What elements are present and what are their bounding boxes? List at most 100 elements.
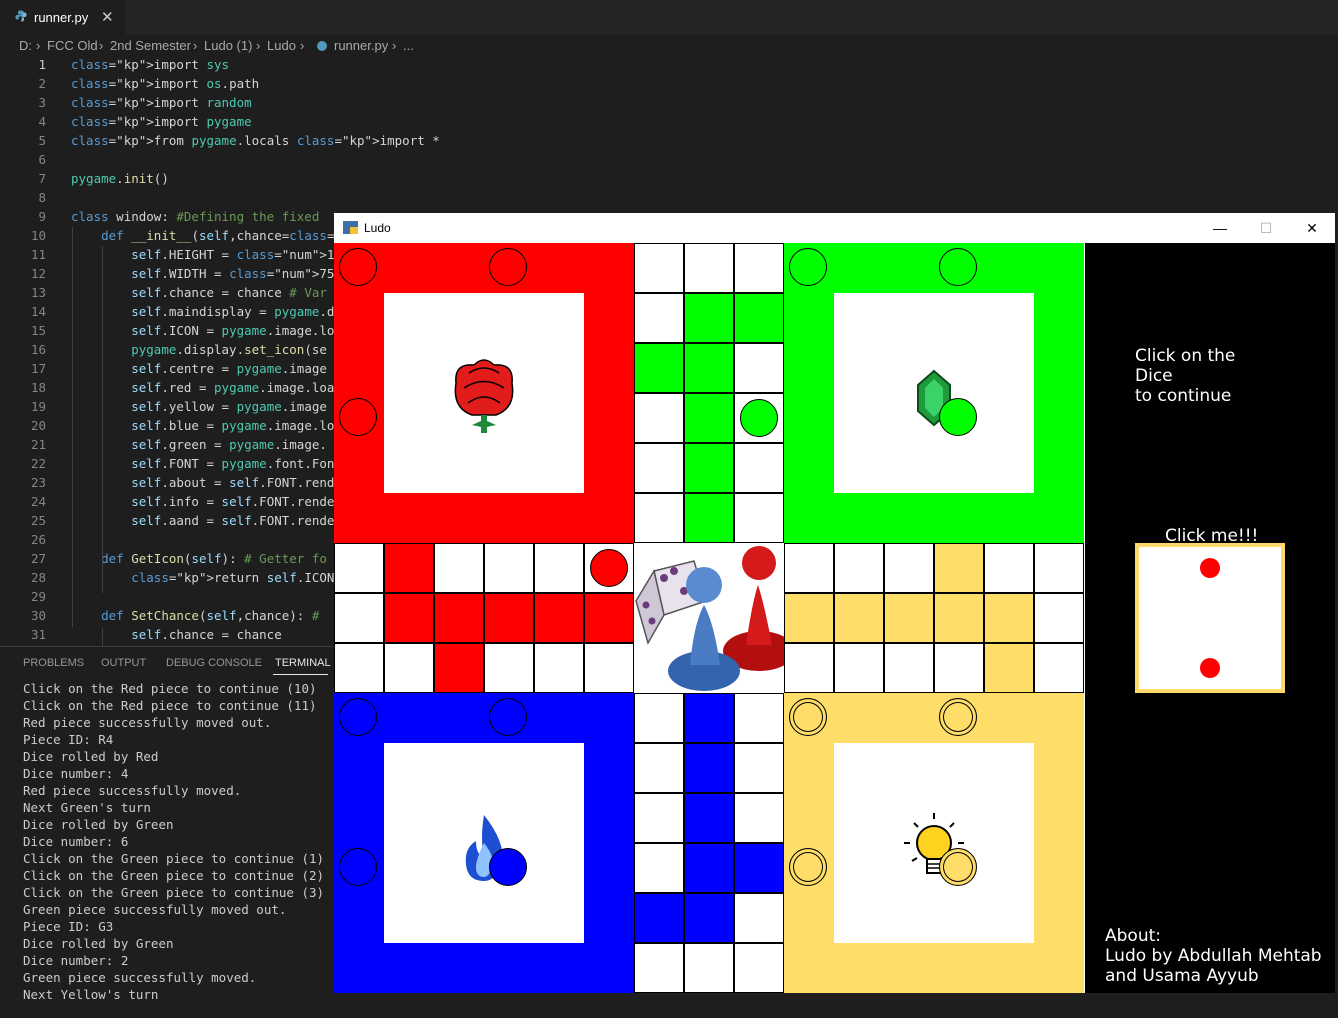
board-square[interactable] [584,593,634,643]
board-square[interactable] [734,943,784,993]
board-square[interactable] [984,593,1034,643]
board-square[interactable] [584,643,634,693]
board-square[interactable] [634,393,684,443]
board-square[interactable] [634,943,684,993]
board-square[interactable] [684,793,734,843]
board-square[interactable] [434,643,484,693]
breadcrumb-item[interactable]: D: [19,38,32,53]
board-square[interactable] [984,643,1034,693]
green-token[interactable] [939,398,977,436]
tab-problems[interactable]: PROBLEMS [23,657,84,669]
board-square[interactable] [684,943,734,993]
board-square[interactable] [634,343,684,393]
board-square[interactable] [834,543,884,593]
dice-button[interactable] [1135,543,1285,693]
close-tab-icon[interactable]: ✕ [101,8,114,26]
board-square[interactable] [734,843,784,893]
board-square[interactable] [634,893,684,943]
yellow-token[interactable] [939,848,977,886]
board-square[interactable] [784,543,834,593]
board-square[interactable] [434,543,484,593]
board-square[interactable] [1034,593,1084,643]
breadcrumb-item[interactable]: Ludo (1) [204,38,252,53]
board-square[interactable] [634,693,684,743]
board-square[interactable] [684,893,734,943]
board-square[interactable] [634,293,684,343]
tab-runner-py[interactable]: runner.py ✕ [0,0,126,35]
board-square[interactable] [684,393,734,443]
board-square[interactable] [634,793,684,843]
board-square[interactable] [834,593,884,643]
board-square[interactable] [484,543,534,593]
tab-terminal[interactable]: TERMINAL [275,657,331,669]
minimize-button[interactable]: — [1197,213,1243,243]
red-token[interactable] [489,248,527,286]
tab-debug-console[interactable]: DEBUG CONSOLE [166,657,262,669]
yellow-token[interactable] [789,698,827,736]
red-token[interactable] [339,248,377,286]
board-square[interactable] [484,593,534,643]
board-square[interactable] [734,443,784,493]
breadcrumb-item[interactable]: FCC Old [47,38,98,53]
board-square[interactable] [334,543,384,593]
board-square[interactable] [384,543,434,593]
board-square[interactable] [434,593,484,643]
board-square[interactable] [484,643,534,693]
board-square[interactable] [734,693,784,743]
breadcrumb-item[interactable]: 2nd Semester [110,38,191,53]
blue-token[interactable] [339,848,377,886]
board-square[interactable] [334,593,384,643]
board-square[interactable] [334,643,384,693]
window-titlebar[interactable]: Ludo — ☐ ✕ [334,213,1335,243]
green-token[interactable] [939,248,977,286]
red-token[interactable] [339,398,377,436]
board-square[interactable] [634,443,684,493]
board-square[interactable] [884,543,934,593]
yellow-token[interactable] [939,698,977,736]
board-square[interactable] [684,243,734,293]
board-square[interactable] [734,893,784,943]
blue-token[interactable] [489,698,527,736]
board-square[interactable] [1034,543,1084,593]
board-square[interactable] [684,293,734,343]
breadcrumb-item[interactable]: runner.py [334,38,388,53]
red-token[interactable] [590,549,628,587]
board-square[interactable] [384,643,434,693]
maximize-button[interactable]: ☐ [1243,213,1289,243]
blue-token[interactable] [339,698,377,736]
board-square[interactable] [734,493,784,543]
breadcrumb-item[interactable]: ... [403,38,414,53]
board-square[interactable] [734,293,784,343]
board-square[interactable] [1034,643,1084,693]
close-button[interactable]: ✕ [1289,213,1335,243]
board-square[interactable] [684,843,734,893]
board-square[interactable] [934,643,984,693]
board-square[interactable] [934,543,984,593]
board-square[interactable] [834,643,884,693]
board-square[interactable] [534,593,584,643]
board-square[interactable] [684,493,734,543]
board-square[interactable] [634,493,684,543]
board-square[interactable] [684,343,734,393]
board-square[interactable] [534,543,584,593]
board-square[interactable] [684,693,734,743]
board-square[interactable] [784,593,834,643]
board-square[interactable] [634,743,684,793]
board-square[interactable] [734,243,784,293]
green-token[interactable] [740,399,778,437]
green-token[interactable] [789,248,827,286]
board-square[interactable] [734,743,784,793]
board-square[interactable] [684,743,734,793]
board-square[interactable] [734,793,784,843]
board-square[interactable] [384,593,434,643]
board-square[interactable] [934,593,984,643]
yellow-token[interactable] [789,848,827,886]
board-square[interactable] [984,543,1034,593]
tab-output[interactable]: OUTPUT [101,657,146,669]
blue-token[interactable] [489,848,527,886]
board-square[interactable] [884,643,934,693]
board-square[interactable] [734,343,784,393]
board-square[interactable] [634,243,684,293]
breadcrumb-item[interactable]: Ludo [267,38,296,53]
board-square[interactable] [784,643,834,693]
